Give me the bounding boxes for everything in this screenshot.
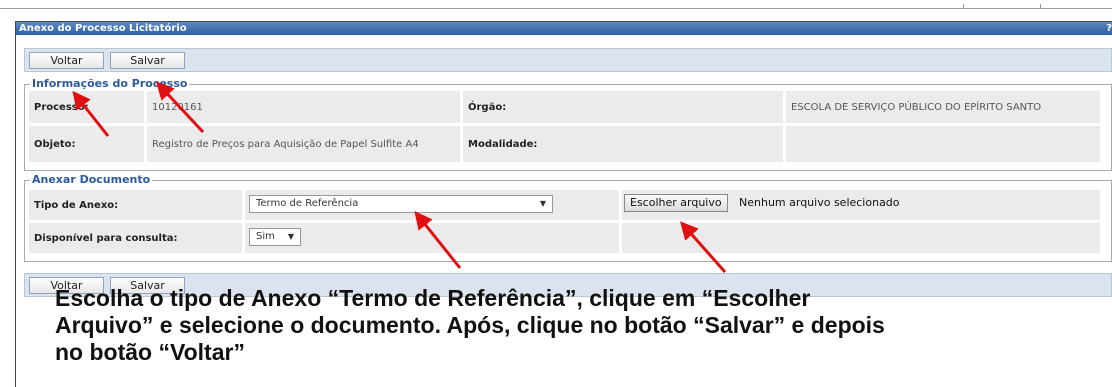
red-arrow-icon <box>414 210 462 269</box>
instruction-line-3: no botão “Voltar” <box>55 339 245 365</box>
red-arrow-icon <box>72 90 110 137</box>
instruction-line-2: Arquivo” e selecione o documento. Após, … <box>55 312 885 338</box>
red-arrow-icon <box>155 81 205 134</box>
red-arrow-icon <box>680 221 727 273</box>
instruction-line-1: Escolha o tipo de Anexo “Termo de Referê… <box>55 285 811 311</box>
